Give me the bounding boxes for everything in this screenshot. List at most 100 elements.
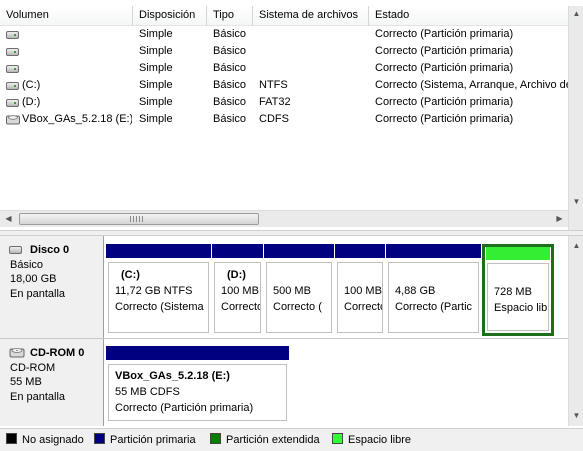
scroll-up-arrow-icon[interactable]: ▲ [569,238,583,253]
cell-filesystem [259,43,368,60]
partition-4-88gb[interactable]: 4,88 GB Correcto (Partic [386,244,481,336]
column-estado[interactable]: Estado [369,6,568,26]
scroll-down-arrow-icon[interactable]: ▼ [569,194,583,209]
scroll-right-arrow-icon[interactable]: ▶ [552,211,567,226]
cell-volume [22,60,132,77]
disk-kind: CD-ROM [10,361,56,374]
drive-icon [6,48,19,56]
column-sistema-archivos[interactable]: Sistema de archivos [253,6,368,26]
scroll-left-arrow-icon[interactable]: ◀ [1,211,16,226]
partition-status: Correcto [344,301,383,313]
partition-100mb[interactable]: 100 MB Correcto [335,244,385,336]
column-disposicion[interactable]: Disposición [133,6,206,26]
partition-free-space[interactable]: 728 MB Espacio libre [482,244,554,336]
legend-swatch [6,433,17,444]
partition-e-cdrom[interactable]: VBox_GAs_5.2.18 (E:) 55 MB CDFS Correcto… [106,346,289,424]
partition-c[interactable]: (C:) 11,72 GB NTFS Correcto (Sistema [106,244,211,336]
legend-label: Espacio libre [348,434,411,446]
partition-color-bar [486,247,550,260]
cell-type: Básico [213,45,247,57]
disk-kind: Básico [10,258,44,271]
cell-type: Básico [213,113,247,125]
legend-swatch [210,433,221,444]
partition-name: (C:) [121,269,140,281]
disk-size: 18,00 GB [10,273,57,285]
disk-info-cdrom-0[interactable]: CD-ROM 0 CD-ROM 55 MB En pantalla [0,339,104,426]
cell-layout: Simple [139,113,173,125]
cell-status: Correcto (Partición primaria) [375,45,514,57]
partition-name [273,267,326,283]
partition-status: Espacio libre [494,302,548,314]
horizontal-scrollbar[interactable]: ◀ ▶ [0,210,568,227]
legend-primary: Partición primaria [94,433,196,447]
partition-name: (D:) [227,269,246,281]
cell-type: Básico [213,96,247,108]
column-header: Volumen Disposición Tipo Sistema de arch… [0,6,568,26]
cdrom-icon [9,348,25,358]
cell-layout: Simple [139,28,173,40]
table-row[interactable]: Simple Básico Correcto (Partición primaria… [0,60,568,77]
cell-filesystem: CDFS [259,113,289,125]
scroll-up-arrow-icon[interactable]: ▲ [569,6,583,21]
cell-type: Básico [213,79,247,91]
partition-500mb[interactable]: 500 MB Correcto ( [264,244,334,336]
cell-filesystem [259,60,368,77]
cell-volume: VBox_GAs_5.2.18 (E:) [22,113,132,125]
partition-status: Correcto (Partición primaria) [115,402,254,414]
legend-swatch [332,433,343,444]
legend-label: Partición extendida [226,434,320,446]
scroll-down-arrow-icon[interactable]: ▼ [569,408,583,423]
cdrom-icon [6,115,20,125]
drive-icon [6,31,19,39]
cell-filesystem: FAT32 [259,96,291,108]
disk-map-vertical-scrollbar[interactable]: ▲ ▼ [568,236,583,426]
partition-size: 4,88 GB [395,285,436,297]
cell-status: Correcto (Partición primaria) [375,113,514,125]
partition-status: Correcto ( [273,301,322,313]
table-row[interactable]: (D:) Simple Básico FAT32 Correcto (Partición… [0,94,568,111]
cell-filesystem: NTFS [259,79,288,91]
partition-color-bar [106,346,289,360]
legend-swatch [94,433,105,444]
partition-size: 728 MB [494,286,532,298]
column-tipo[interactable]: Tipo [207,6,252,26]
horizontal-scroll-thumb[interactable] [19,213,259,225]
cell-layout: Simple [139,62,173,74]
table-row[interactable]: Simple Básico Correcto (Partición primaria… [0,26,568,43]
drive-icon [6,99,19,107]
column-volumen[interactable]: Volumen [0,6,132,26]
volume-list-vertical-scrollbar[interactable]: ▲ ▼ [568,6,583,230]
table-row[interactable]: (C:) Simple Básico NTFS Correcto (Sistema, A… [0,77,568,94]
disk-name: Disco 0 [30,244,70,256]
partition-status: Correcto (Sistema [115,301,204,313]
partition-d[interactable]: (D:) 100 MB Correcto [212,244,263,336]
partition-name [395,267,473,283]
disk-size: 55 MB [10,376,42,388]
disk-info-disco-0[interactable]: Disco 0 Básico 18,00 GB En pantalla [0,236,104,338]
table-row[interactable]: VBox_GAs_5.2.18 (E:) Simple Básico CDFS Corr… [0,111,568,128]
legend-free-space: Espacio libre [332,433,411,447]
cell-status: Correcto (Sistema, Arranque, Archivo de [375,79,568,91]
partition-color-bar [264,244,334,258]
cell-filesystem [259,26,368,43]
partition-name: VBox_GAs_5.2.18 (E:) [115,370,230,382]
partition-name [344,267,377,283]
cell-volume [22,43,132,60]
partition-size: 100 MB [344,285,382,297]
legend-extended: Partición extendida [210,433,320,447]
disk-row-cdrom-0: CD-ROM 0 CD-ROM 55 MB En pantalla VBox_G… [0,338,568,426]
table-row[interactable]: Simple Básico Correcto (Partición primaria… [0,43,568,60]
partition-color-bar [106,244,211,258]
cell-status: Correcto (Partición primaria) [375,96,514,108]
partition-color-bar [335,244,385,258]
partition-size: 11,72 GB NTFS [115,285,193,297]
disk-state: En pantalla [10,390,66,403]
cell-type: Básico [213,62,247,74]
disk-row-disco-0: Disco 0 Básico 18,00 GB En pantalla (C:)… [0,236,568,338]
volume-list[interactable]: Volumen Disposición Tipo Sistema de arch… [0,0,583,232]
partition-size: 500 MB [273,285,311,297]
disk-state: En pantalla [10,287,66,300]
partition-color-bar [212,244,263,258]
cell-type: Básico [213,28,247,40]
legend-label: Partición primaria [110,434,196,446]
